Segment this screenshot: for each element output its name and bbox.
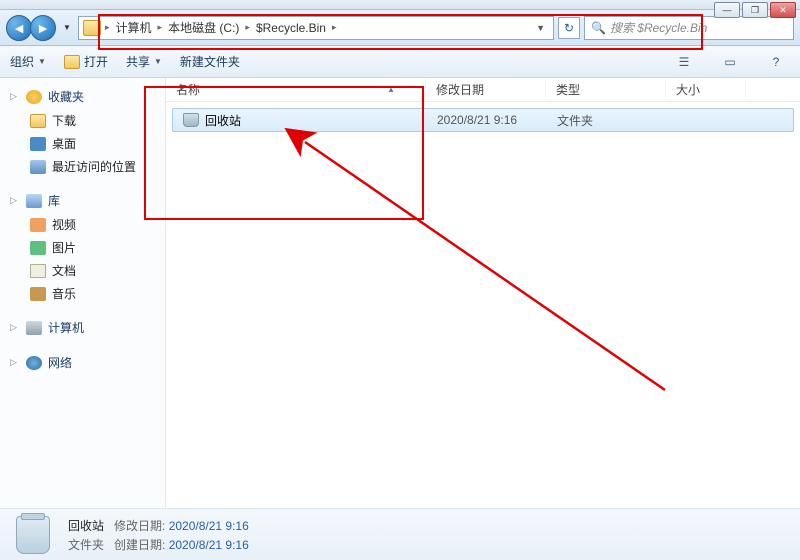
details-icon [12,514,54,556]
file-date: 2020/8/21 9:16 [427,113,547,127]
sidebar-item-documents[interactable]: 文档 [0,259,165,282]
sidebar-favorites-header[interactable]: ▷ 收藏夹 [0,84,165,109]
library-icon [26,194,42,208]
address-dropdown-icon[interactable]: ▼ [532,23,549,33]
sidebar-item-music[interactable]: 音乐 [0,282,165,305]
sidebar-item-videos[interactable]: 视频 [0,213,165,236]
downloads-icon [30,114,46,128]
music-icon [30,287,46,301]
search-placeholder: 搜索 $Recycle.Bin [610,19,707,36]
network-icon [26,356,42,370]
column-headers: 名称 ▲ 修改日期 类型 大小 [166,78,800,102]
sidebar-item-downloads[interactable]: 下载 [0,109,165,132]
desktop-icon [30,137,46,151]
picture-icon [30,241,46,255]
toolbar: 组织▼ 打开 共享▼ 新建文件夹 ☰ ▭ ? [0,46,800,78]
close-button[interactable]: ✕ [770,2,796,18]
sort-indicator-icon: ▲ [387,85,395,94]
file-type: 文件夹 [547,112,667,129]
sidebar-item-pictures[interactable]: 图片 [0,236,165,259]
breadcrumb-separator: ▸ [332,22,337,33]
file-list-pane: 名称 ▲ 修改日期 类型 大小 回收站 2020/8/21 9:16 文件夹 [166,78,800,508]
search-icon: 🔍 [591,21,606,35]
column-header-date[interactable]: 修改日期 [426,81,546,98]
sidebar-item-recent[interactable]: 最近访问的位置 [0,155,165,178]
navigation-bar: ◄ ► ▼ ▸ 计算机 ▸ 本地磁盘 (C:) ▸ $Recycle.Bin ▸… [0,10,800,46]
share-button[interactable]: 共享▼ [126,53,162,70]
document-icon [30,264,46,278]
column-header-size[interactable]: 大小 [666,81,746,98]
view-mode-button[interactable]: ☰ [670,51,698,73]
column-header-type[interactable]: 类型 [546,81,666,98]
address-bar[interactable]: ▸ 计算机 ▸ 本地磁盘 (C:) ▸ $Recycle.Bin ▸ ▼ [78,16,554,40]
nav-history-dropdown[interactable]: ▼ [60,15,74,41]
sidebar-network-header[interactable]: ▷ 网络 [0,350,165,375]
sidebar: ▷ 收藏夹 下载 桌面 最近访问的位置 ▷ 库 视频 图片 文档 音乐 ▷ 计算… [0,78,166,508]
search-input[interactable]: 🔍 搜索 $Recycle.Bin [584,16,794,40]
file-name: 回收站 [205,112,241,129]
help-button[interactable]: ? [762,51,790,73]
maximize-button[interactable]: ❐ [742,2,768,18]
recent-icon [30,160,46,174]
recycle-bin-large-icon [16,516,50,554]
title-bar: — ❐ ✕ [0,0,800,10]
column-header-name[interactable]: 名称 ▲ [166,81,426,98]
sidebar-item-desktop[interactable]: 桌面 [0,132,165,155]
minimize-button[interactable]: — [714,2,740,18]
details-mod-label: 修改日期: [114,519,165,533]
recycle-bin-icon [183,113,199,127]
breadcrumb-recycle-bin[interactable]: $Recycle.Bin [250,21,332,35]
folder-icon [83,20,101,36]
details-create-value: 2020/8/21 9:16 [169,538,249,552]
breadcrumb-computer[interactable]: 计算机 [110,19,158,36]
forward-button[interactable]: ► [30,15,56,41]
details-create-label: 创建日期: [114,538,165,552]
details-type: 文件夹 [68,536,104,553]
organize-button[interactable]: 组织▼ [10,53,46,70]
file-row-recycle-bin[interactable]: 回收站 2020/8/21 9:16 文件夹 [172,108,794,132]
video-icon [30,218,46,232]
star-icon [26,90,42,104]
details-pane: 回收站 修改日期: 2020/8/21 9:16 文件夹 创建日期: 2020/… [0,508,800,560]
breadcrumb-drive-c[interactable]: 本地磁盘 (C:) [162,19,245,36]
refresh-button[interactable]: ↻ [558,17,580,39]
open-button[interactable]: 打开 [64,53,108,70]
open-icon [64,55,80,69]
sidebar-computer-header[interactable]: ▷ 计算机 [0,315,165,340]
computer-icon [26,321,42,335]
preview-pane-button[interactable]: ▭ [716,51,744,73]
details-name: 回收站 [68,517,104,534]
details-mod-value: 2020/8/21 9:16 [169,519,249,533]
back-button[interactable]: ◄ [6,15,32,41]
sidebar-libraries-header[interactable]: ▷ 库 [0,188,165,213]
new-folder-button[interactable]: 新建文件夹 [180,53,240,70]
